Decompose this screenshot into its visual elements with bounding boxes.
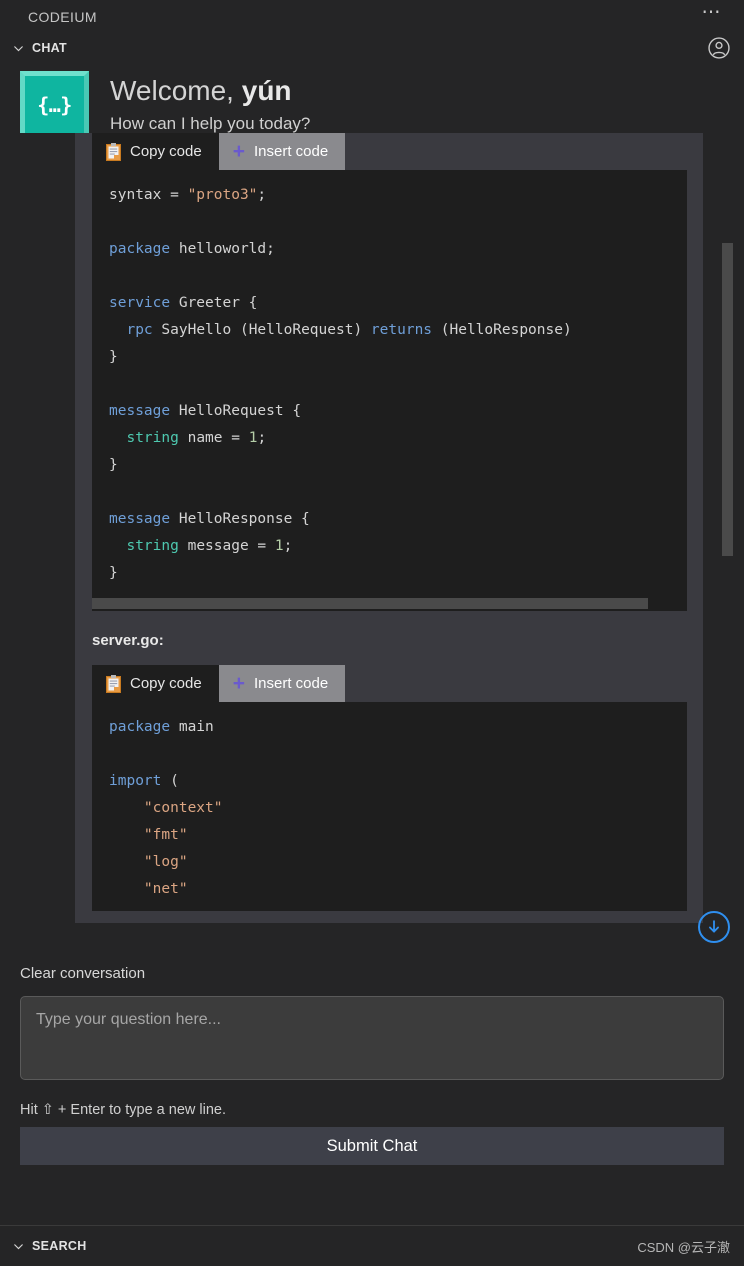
chat-section-header[interactable]: CHAT: [0, 33, 744, 63]
code-toolbar: Copy code + Insert code: [92, 133, 687, 170]
chat-section-label: CHAT: [32, 41, 67, 55]
code-hscrollbar-thumb[interactable]: [92, 598, 648, 609]
welcome-banner: {…} Welcome, yún How can I help you toda…: [0, 63, 744, 140]
search-section-header[interactable]: SEARCH CSDN @云子澈: [0, 1225, 744, 1266]
code-hscrollbar[interactable]: [92, 595, 687, 611]
copy-code-label: Copy code: [130, 675, 202, 692]
panel-title: CODEIUM: [28, 8, 97, 25]
greeting-prefix: Welcome,: [110, 75, 242, 106]
search-section-label: SEARCH: [32, 1239, 87, 1253]
titlebar-actions: ⋯: [702, 0, 723, 33]
clear-conversation-button[interactable]: Clear conversation: [20, 953, 145, 996]
ellipsis-icon[interactable]: ⋯: [702, 3, 723, 25]
welcome-text: Welcome, yún How can I help you today?: [110, 71, 310, 136]
chevron-down-icon[interactable]: [9, 1240, 27, 1253]
copy-code-label: Copy code: [130, 143, 202, 160]
question-input[interactable]: [20, 996, 724, 1080]
user-name: yún: [241, 75, 292, 106]
assistant-message-bubble: Copy code + Insert code syntax = "proto3…: [75, 133, 703, 923]
conversation-scrollbar-thumb[interactable]: [722, 243, 733, 556]
titlebar: CODEIUM ⋯: [0, 0, 744, 33]
clipboard-icon: [106, 142, 121, 161]
clipboard-icon: [106, 674, 121, 693]
codeium-logo-icon: {…}: [20, 71, 89, 140]
watermark: CSDN @云子澈: [637, 1239, 730, 1255]
plus-icon: +: [232, 139, 245, 163]
insert-code-button-go[interactable]: + Insert code: [218, 665, 346, 702]
newline-hint: Hit ⇧ + Enter to type a new line.: [20, 1102, 226, 1118]
account-circle-icon[interactable]: [706, 35, 732, 66]
arrow-down-circle-icon[interactable]: [698, 911, 730, 943]
code-card-proto: Copy code + Insert code syntax = "proto3…: [92, 133, 687, 611]
insert-code-label: Insert code: [253, 675, 329, 692]
code-toolbar-go: Copy code + Insert code: [92, 665, 687, 702]
welcome-greeting: Welcome, yún: [110, 73, 310, 109]
copy-code-button-go[interactable]: Copy code: [92, 665, 219, 702]
file-label-server-go: server.go:: [92, 632, 164, 649]
submit-chat-button[interactable]: Submit Chat: [20, 1127, 724, 1165]
insert-code-label: Insert code: [253, 143, 329, 160]
codeium-logo-glyph: {…}: [37, 92, 72, 117]
composer: Clear conversation Hit ⇧ + Enter to type…: [0, 953, 744, 1165]
plus-icon: +: [232, 671, 245, 695]
code-block-proto[interactable]: syntax = "proto3"; package helloworld; s…: [92, 170, 687, 595]
conversation-scroll-area[interactable]: Copy code + Insert code syntax = "proto3…: [0, 133, 744, 953]
insert-code-button[interactable]: + Insert code: [218, 133, 346, 170]
chevron-down-icon[interactable]: [9, 42, 27, 55]
code-card-go: Copy code + Insert code package main imp…: [92, 665, 687, 911]
code-block-go[interactable]: package main import ( "context" "fmt" "l…: [92, 702, 687, 911]
copy-code-button[interactable]: Copy code: [92, 133, 219, 170]
